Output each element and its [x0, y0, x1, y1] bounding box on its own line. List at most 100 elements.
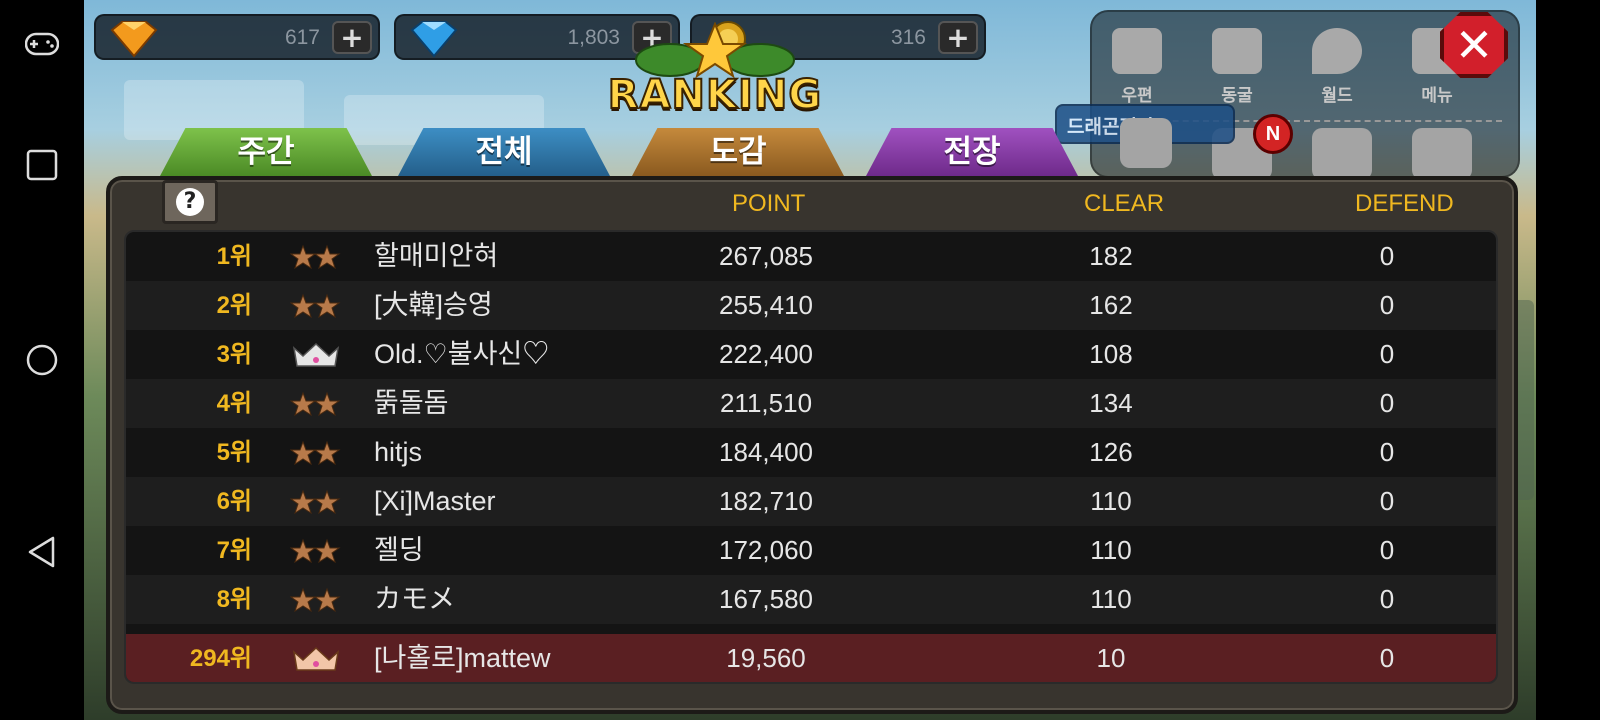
star-rank-icon — [290, 281, 342, 330]
add-orange-gem-button[interactable]: + — [332, 21, 372, 54]
player-defend: 0 — [1379, 437, 1395, 467]
my-defend: 0 — [1379, 643, 1395, 673]
gold-coin-count: 316 — [890, 26, 926, 49]
back-icon[interactable] — [20, 530, 64, 574]
rank: 7위 — [216, 537, 252, 564]
my-clear: 10 — [1096, 643, 1126, 673]
table-row[interactable]: 1위 할매미안혀 267,085 182 0 — [126, 232, 1496, 281]
rank: 2위 — [216, 292, 252, 319]
currency-orange-gem: 617 + — [94, 14, 380, 60]
player-clear: 126 — [1089, 437, 1133, 467]
my-point: 19,560 — [726, 643, 806, 673]
my-rank: 294위 — [189, 645, 252, 672]
table-row[interactable]: 2위 [大韓]승영 255,410 162 0 — [126, 281, 1496, 330]
player-name: カモメ — [374, 584, 455, 614]
rank: 6위 — [216, 488, 252, 515]
player-point: 222,400 — [719, 339, 813, 369]
rank: 3위 — [216, 341, 252, 368]
player-point: 211,510 — [719, 388, 813, 418]
player-defend: 0 — [1379, 339, 1395, 369]
column-header-defend: DEFEND — [1355, 190, 1454, 217]
player-name: 할매미안혀 — [374, 241, 499, 271]
star-rank-icon — [290, 526, 342, 575]
player-defend: 0 — [1379, 584, 1395, 614]
star-rank-icon — [290, 428, 342, 477]
player-defend: 0 — [1379, 388, 1395, 418]
rank: 4위 — [216, 390, 252, 417]
add-gold-coin-button[interactable]: + — [938, 21, 978, 54]
recent-apps-icon[interactable] — [20, 143, 64, 187]
menu-label: 메뉴 — [1421, 86, 1453, 106]
table-row[interactable]: 5위 hitjs 184,400 126 0 — [126, 428, 1496, 477]
orange-gem-icon — [110, 21, 158, 58]
tab-all[interactable]: 전체 — [398, 128, 610, 176]
cave-icon — [1212, 28, 1262, 74]
star-rank-icon — [290, 232, 342, 281]
rank: 1위 — [216, 243, 252, 270]
player-point: 182,710 — [719, 486, 813, 516]
column-header-clear: CLEAR — [1084, 190, 1165, 217]
bronze-crown-icon — [290, 634, 342, 682]
player-defend: 0 — [1379, 241, 1395, 271]
table-row[interactable]: 3위 Old.♡불사신♡ 222,400 108 0 — [126, 330, 1496, 379]
question-icon: ? — [176, 188, 204, 216]
cave-label: 동굴 — [1221, 86, 1253, 106]
world-button[interactable]: 월드 — [1292, 26, 1382, 106]
player-clear: 110 — [1090, 486, 1132, 516]
blue-gem-icon — [410, 21, 458, 58]
close-icon: ✕ — [1454, 18, 1494, 72]
tab-weekly[interactable]: 주간 — [160, 128, 372, 176]
game-controller-icon[interactable] — [20, 22, 64, 66]
player-clear: 110 — [1090, 535, 1132, 565]
dragon-head-icon[interactable] — [1312, 128, 1372, 180]
player-defend: 0 — [1379, 535, 1395, 565]
my-ranking-row[interactable]: 294위 [나홀로]mattew 19,560 10 0 — [126, 634, 1496, 682]
player-point: 267,085 — [719, 241, 813, 271]
cave-button[interactable]: 동굴 — [1192, 26, 1282, 106]
treasure-basket-icon[interactable] — [1412, 128, 1472, 180]
player-point: 255,410 — [719, 290, 813, 320]
home-icon[interactable] — [20, 338, 64, 382]
help-button[interactable]: ? — [162, 180, 218, 224]
mail-label: 우편 — [1121, 86, 1153, 106]
rank: 5위 — [216, 439, 252, 466]
world-pin-icon — [1312, 28, 1362, 74]
rank: 8위 — [216, 586, 252, 613]
table-row[interactable]: 6위 [Xi]Master 182,710 110 0 — [126, 477, 1496, 526]
player-clear: 162 — [1089, 290, 1133, 320]
player-defend: 0 — [1379, 290, 1395, 320]
player-point: 167,580 — [719, 584, 813, 614]
star-rank-icon — [290, 575, 342, 624]
player-clear: 108 — [1089, 339, 1133, 369]
orange-gem-count: 617 — [284, 26, 320, 49]
table-row[interactable]: 4위 뚥돌돔 211,510 134 0 — [126, 379, 1496, 428]
player-clear: 110 — [1090, 584, 1132, 614]
player-name: Old.♡불사신♡ — [374, 339, 550, 369]
mail-icon — [1112, 28, 1162, 74]
player-name: [大韓]승영 — [374, 290, 493, 320]
ranking-logo: RANKING — [590, 21, 840, 120]
player-point: 184,400 — [719, 437, 813, 467]
player-defend: 0 — [1379, 486, 1395, 516]
android-nav-bar — [0, 0, 84, 720]
tab-battlefield[interactable]: 전장 — [866, 128, 1078, 176]
column-header-point: POINT — [732, 190, 806, 217]
ranking-table: 1위 할매미안혀 267,085 182 0 2위 [大韓]승영 255,410… — [124, 230, 1498, 684]
silver-crown-icon — [290, 330, 342, 379]
my-player-name: [나홀로]mattew — [374, 643, 551, 673]
ranking-title: RANKING — [607, 71, 823, 119]
mail-button[interactable]: 우편 — [1092, 26, 1182, 106]
new-badge: N — [1253, 114, 1293, 154]
player-clear: 182 — [1089, 241, 1133, 271]
player-clear: 134 — [1089, 388, 1133, 418]
table-row[interactable]: 7위 젤딩 172,060 110 0 — [126, 526, 1496, 575]
player-name: 뚥돌돔 — [374, 388, 449, 418]
player-name: [Xi]Master — [374, 486, 496, 516]
table-row[interactable]: 8위 カモメ 167,580 110 0 — [126, 575, 1496, 624]
world-label: 월드 — [1321, 86, 1353, 106]
star-rank-icon — [290, 379, 342, 428]
player-name: 젤딩 — [374, 535, 424, 565]
player-name: hitjs — [374, 437, 423, 467]
book-icon[interactable] — [1120, 118, 1172, 168]
tab-book[interactable]: 도감 — [632, 128, 844, 176]
